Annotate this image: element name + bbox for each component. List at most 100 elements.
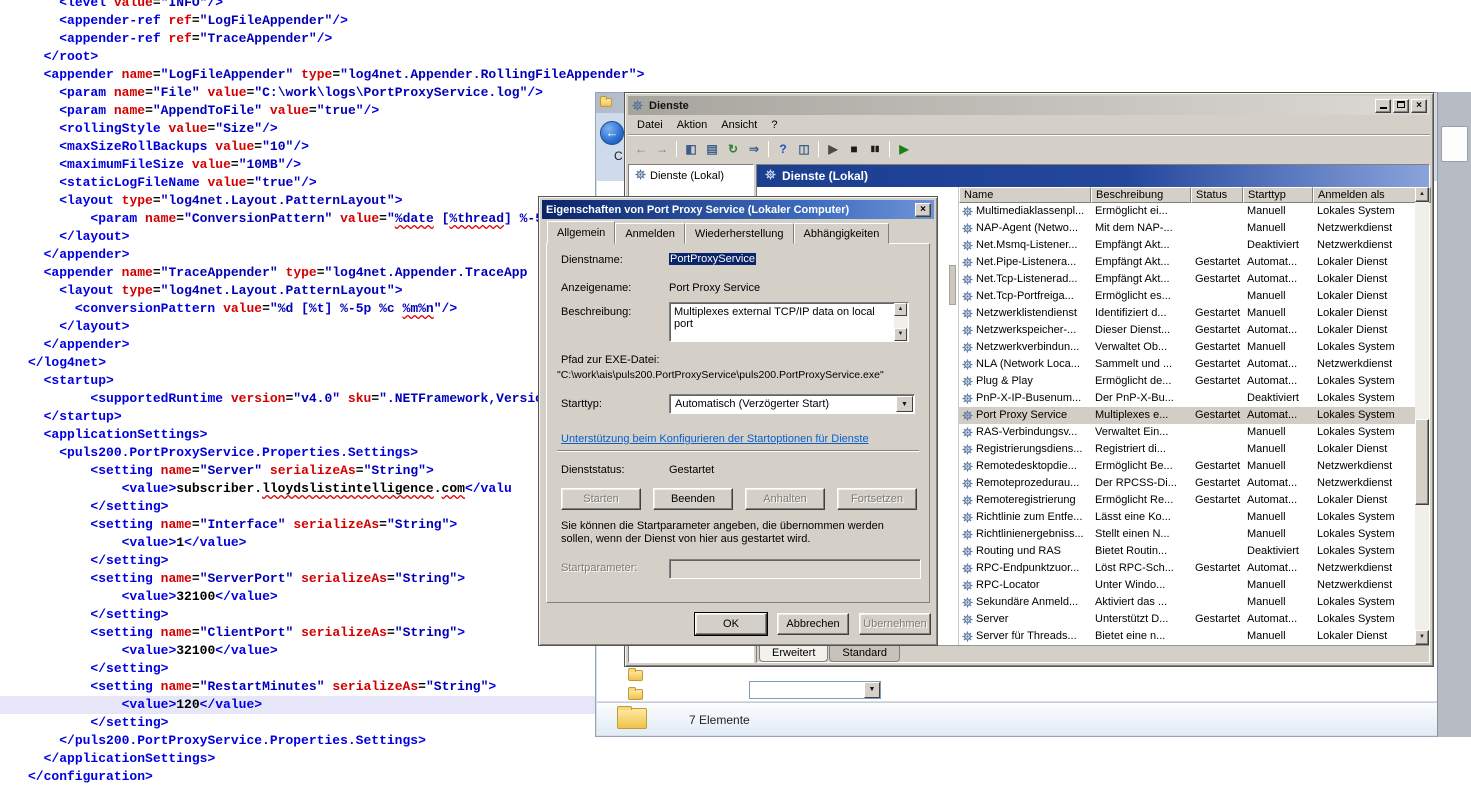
dialog-titlebar[interactable]: Eigenschaften von Port Proxy Service (Lo… <box>542 200 934 219</box>
export-list-button[interactable]: ⇒ <box>744 139 764 159</box>
close-button[interactable]: × <box>1411 99 1427 113</box>
menu-item-aktion[interactable]: Aktion <box>670 117 715 133</box>
anzeigename-value[interactable]: Port Proxy Service <box>669 282 760 294</box>
service-row[interactable]: Netzwerkverbindun...Verwaltet Ob...Gesta… <box>959 339 1415 356</box>
service-row[interactable]: Net.Tcp-Listenerad...Empfängt Akt...Gest… <box>959 271 1415 288</box>
menu-item-ansicht[interactable]: Ansicht <box>714 117 764 133</box>
services-titlebar[interactable]: Dienste × <box>628 96 1430 115</box>
folder-icon[interactable] <box>628 689 643 700</box>
cell-desc: Ermöglicht de... <box>1091 373 1191 390</box>
view-tab-standard[interactable]: Standard <box>829 646 900 662</box>
tree-node-dienste-lokal[interactable]: Dienste (Lokal) <box>629 165 753 183</box>
show-console-tree-button[interactable]: ◧ <box>681 139 701 159</box>
tab-abhängigkeiten[interactable]: Abhängigkeiten <box>794 223 890 244</box>
forward-button[interactable]: → <box>652 139 672 159</box>
column-header-beschreibung[interactable]: Beschreibung <box>1091 187 1191 203</box>
dienstname-value[interactable]: PortProxyService <box>669 253 756 265</box>
ok-button[interactable]: OK <box>695 613 767 635</box>
column-header-name[interactable]: Name <box>959 187 1091 203</box>
service-row[interactable]: Net.Tcp-Portfreiga...Ermöglicht es...Man… <box>959 288 1415 305</box>
stop-service-button[interactable]: ■ <box>844 139 864 159</box>
minimize-button[interactable] <box>1375 99 1391 113</box>
beenden-button[interactable]: Beenden <box>653 488 733 510</box>
cell-status <box>1191 509 1243 526</box>
item-count-label: 7 Elemente <box>689 713 750 727</box>
vertical-scrollbar[interactable]: ▲ ▼ <box>1415 187 1429 645</box>
service-row[interactable]: RPC-Endpunktzuor...Löst RPC-Sch...Gestar… <box>959 560 1415 577</box>
scrollbar-thumb[interactable] <box>949 265 956 305</box>
scroll-up-button[interactable]: ▲ <box>894 303 907 316</box>
explorer-combobox[interactable]: ▼ <box>749 681 881 699</box>
view-tab-erweitert[interactable]: Erweitert <box>759 646 828 662</box>
service-row[interactable]: Multimediaklassenpl...Ermöglicht ei...Ma… <box>959 203 1415 220</box>
abbrechen-button[interactable]: Abbrechen <box>777 613 849 635</box>
help-button[interactable]: ? <box>773 139 793 159</box>
folder-icon[interactable] <box>628 670 643 681</box>
cell-logon: Lokales System <box>1313 203 1415 220</box>
starttyp-select[interactable]: Automatisch (Verzögerter Start) ▼ <box>669 394 915 414</box>
service-row[interactable]: Port Proxy ServiceMultiplexes e...Gestar… <box>959 407 1415 424</box>
back-button[interactable]: ← <box>600 121 624 145</box>
startparameter-input[interactable] <box>669 559 921 579</box>
close-button[interactable]: × <box>915 203 931 217</box>
service-row[interactable]: Server für Threads...Bietet eine n...Man… <box>959 628 1415 645</box>
scroll-up-button[interactable]: ▲ <box>1415 187 1429 202</box>
service-row[interactable]: Richtlinienergebniss...Stellt einen N...… <box>959 526 1415 543</box>
service-row[interactable]: NLA (Network Loca...Sammelt und ...Gesta… <box>959 356 1415 373</box>
service-row[interactable]: Registrierungsdiens...Registriert di...M… <box>959 441 1415 458</box>
service-row[interactable]: PnP-X-IP-Busenum...Der PnP-X-Bu...Deakti… <box>959 390 1415 407</box>
down-arrow-icon: ▼ <box>1419 634 1425 640</box>
service-row[interactable]: RemoteregistrierungErmöglicht Re...Gesta… <box>959 492 1415 509</box>
service-row[interactable]: Sekundäre Anmeld...Aktiviert das ...Manu… <box>959 594 1415 611</box>
startoptions-help-link[interactable]: Unterstützung beim Konfigurieren der Sta… <box>561 433 869 445</box>
service-row[interactable]: Net.Pipe-Listenera...Empfängt Akt...Gest… <box>959 254 1415 271</box>
service-row[interactable]: Netzwerkspeicher-...Dieser Dienst...Gest… <box>959 322 1415 339</box>
beschreibung-textbox[interactable]: Multiplexes external TCP/IP data on loca… <box>669 302 909 342</box>
restart-service-button[interactable]: ▶ <box>894 139 914 159</box>
service-row[interactable]: Plug & PlayErmöglicht de...GestartetAuto… <box>959 373 1415 390</box>
column-header-starttyp[interactable]: Starttyp <box>1243 187 1313 203</box>
pause-service-button[interactable]: ▮▮ <box>865 139 885 159</box>
startparameter-hint: Sie können die Startparameter angeben, d… <box>561 520 917 546</box>
menu-item-hilfe[interactable]: ? <box>764 117 784 133</box>
address-bar[interactable]: C <box>614 149 623 163</box>
cell-start: Manuell <box>1243 220 1313 237</box>
column-header-anmeldenals[interactable]: Anmelden als <box>1313 187 1417 203</box>
refresh-button[interactable]: ↻ <box>723 139 743 159</box>
service-row[interactable]: Net.Msmq-Listener...Empfängt Akt...Deakt… <box>959 237 1415 254</box>
cell-logon: Netzwerkdienst <box>1313 560 1415 577</box>
service-row[interactable]: ServerUnterstützt D...GestartetAutomat..… <box>959 611 1415 628</box>
service-row[interactable]: NAP-Agent (Netwo...Mit dem NAP-...Manuel… <box>959 220 1415 237</box>
scroll-down-button[interactable]: ▼ <box>1415 630 1429 645</box>
code-line: </puls200.PortProxyService.Properties.Se… <box>28 732 644 750</box>
tab-allgemein[interactable]: Allgemein <box>547 221 615 244</box>
tab-anmelden[interactable]: Anmelden <box>615 223 685 244</box>
service-row[interactable]: Remotedesktopdie...Ermöglicht Be...Gesta… <box>959 458 1415 475</box>
service-row[interactable]: RPC-LocatorUnter Windo...ManuellNetzwerk… <box>959 577 1415 594</box>
service-gear-icon <box>962 631 973 642</box>
service-row[interactable]: Routing und RASBietet Routin...Deaktivie… <box>959 543 1415 560</box>
tab-wiederherstellung[interactable]: Wiederherstellung <box>685 223 794 244</box>
service-row[interactable]: Remoteprozedurau...Der RPCSS-Di...Gestar… <box>959 475 1415 492</box>
menu-item-datei[interactable]: Datei <box>630 117 670 133</box>
scroll-down-button[interactable]: ▼ <box>894 328 907 341</box>
back-button[interactable]: ← <box>631 139 651 159</box>
service-row[interactable]: Richtlinie zum Entfe...Lässt eine Ko...M… <box>959 509 1415 526</box>
start-service-button[interactable]: ▶ <box>823 139 843 159</box>
übernehmen-button: Übernehmen <box>859 613 931 635</box>
service-row[interactable]: RAS-Verbindungsv...Verwaltet Ein...Manue… <box>959 424 1415 441</box>
cell-name: Remotedesktopdie... <box>959 458 1091 475</box>
dropdown-button[interactable]: ▼ <box>864 682 880 698</box>
extended-pane-button[interactable]: ◫ <box>794 139 814 159</box>
scrollbar-thumb[interactable] <box>1441 126 1468 162</box>
textbox-scrollbar[interactable]: ▲ ▼ <box>894 303 908 341</box>
cell-logon: Netzwerkdienst <box>1313 458 1415 475</box>
column-header-status[interactable]: Status <box>1191 187 1243 203</box>
cell-name: Remoteprozedurau... <box>959 475 1091 492</box>
restore-button[interactable] <box>1393 99 1409 113</box>
scrollbar-thumb[interactable] <box>1415 419 1429 505</box>
cell-status <box>1191 424 1243 441</box>
service-row[interactable]: NetzwerklistendienstIdentifiziert d...Ge… <box>959 305 1415 322</box>
dropdown-button[interactable]: ▼ <box>896 396 913 412</box>
properties-button[interactable]: ▤ <box>702 139 722 159</box>
